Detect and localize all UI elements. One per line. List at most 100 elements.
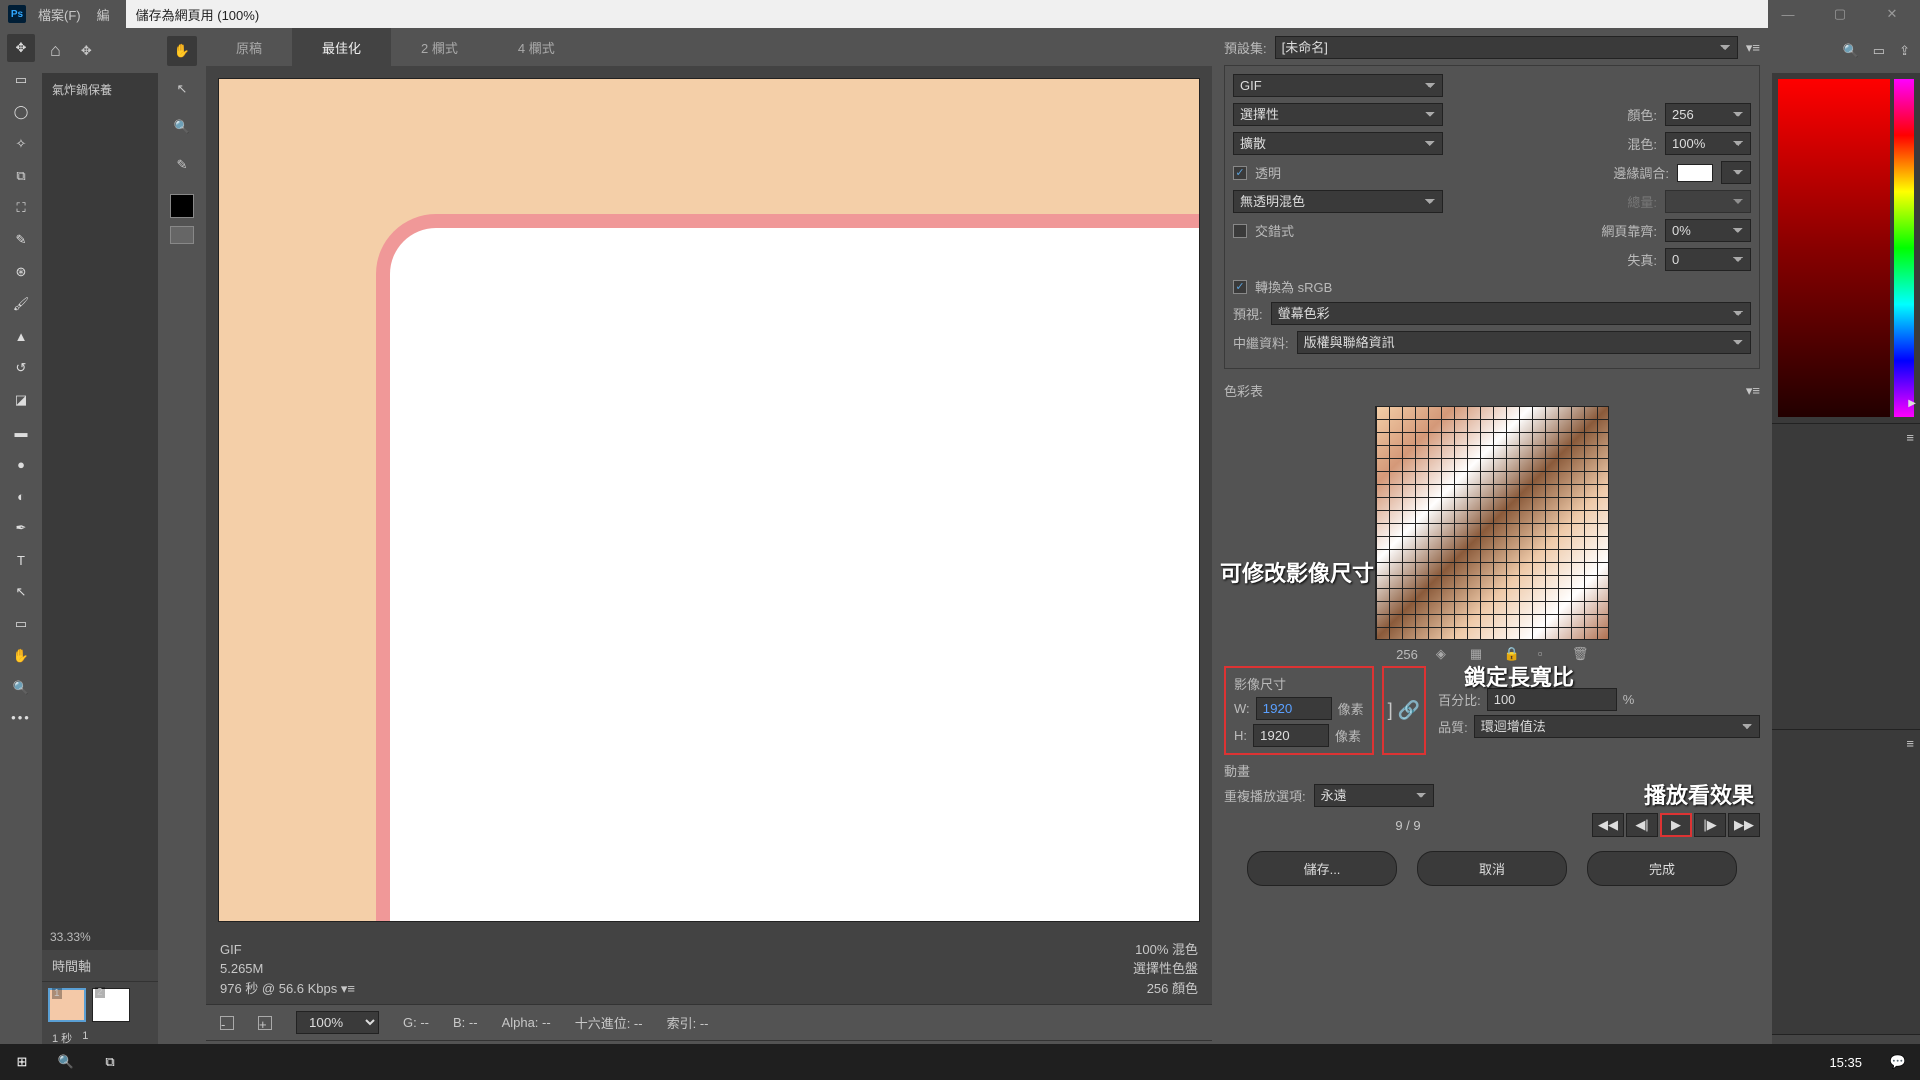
dither-amount[interactable]: 100% bbox=[1665, 132, 1751, 155]
notifications-icon[interactable]: 💬 bbox=[1876, 1044, 1920, 1080]
share-icon[interactable]: ⇪ bbox=[1899, 43, 1910, 59]
new-color-icon[interactable]: ▫ bbox=[1538, 646, 1554, 662]
gradient-tool-icon[interactable]: ▬ bbox=[7, 418, 35, 446]
lock-color-icon[interactable]: 🔒 bbox=[1504, 646, 1520, 662]
prev-frame-icon[interactable]: ◀| bbox=[1626, 813, 1658, 837]
tab-optimized[interactable]: 最佳化 bbox=[292, 28, 391, 67]
menu-edit-trunc[interactable]: 編 bbox=[97, 5, 110, 24]
amount-select bbox=[1665, 190, 1751, 213]
trans-dither-select[interactable]: 無透明混色 bbox=[1233, 190, 1443, 213]
hand-icon[interactable]: ✋ bbox=[167, 36, 197, 66]
timeline-frame-1[interactable]: 1 bbox=[48, 988, 86, 1022]
move-options-icon[interactable]: ✥ bbox=[81, 43, 92, 59]
bandwidth-menu-icon[interactable]: ▾≡ bbox=[341, 981, 355, 996]
shape-tool-icon[interactable]: ▭ bbox=[7, 610, 35, 638]
trash-icon[interactable]: 🗑 bbox=[1572, 646, 1588, 662]
color-table-menu-icon[interactable]: ▾≡ bbox=[1746, 383, 1760, 399]
last-frame-icon[interactable]: ▶▶ bbox=[1728, 813, 1760, 837]
preview-select[interactable]: 螢幕色彩 bbox=[1271, 302, 1751, 325]
cancel-button[interactable]: 取消 bbox=[1417, 851, 1567, 886]
color-table-grid[interactable] bbox=[1375, 406, 1609, 640]
transparency-checkbox[interactable] bbox=[1233, 166, 1247, 180]
collapsed-panel-1[interactable]: ≡ bbox=[1772, 423, 1920, 729]
height-input[interactable] bbox=[1253, 724, 1329, 747]
loop-select[interactable]: 永遠 bbox=[1314, 784, 1434, 807]
maximize-icon[interactable]: ▢ bbox=[1820, 1, 1860, 27]
crop-tool-icon[interactable]: ⧉ bbox=[7, 162, 35, 190]
windows-start-icon[interactable]: ⊞ bbox=[0, 1044, 44, 1080]
blur-tool-icon[interactable]: ● bbox=[7, 450, 35, 478]
dodge-tool-icon[interactable]: ◐ bbox=[7, 482, 35, 510]
play-icon[interactable]: ▶ bbox=[1660, 813, 1692, 837]
slice-visibility-icon[interactable] bbox=[170, 226, 194, 244]
document-tab[interactable]: 氣炸鍋保養 bbox=[42, 73, 158, 105]
home-icon[interactable]: ⌂ bbox=[50, 40, 61, 61]
format-select[interactable]: GIF bbox=[1233, 74, 1443, 97]
next-frame-icon[interactable]: |▶ bbox=[1694, 813, 1726, 837]
workspace-icon[interactable]: ▭ bbox=[1873, 43, 1885, 59]
colors-select[interactable]: 256 bbox=[1665, 103, 1751, 126]
reduction-select[interactable]: 選擇性 bbox=[1233, 103, 1443, 126]
matte-color-swatch[interactable] bbox=[1677, 164, 1713, 182]
search-icon[interactable]: 🔍 bbox=[1843, 43, 1859, 59]
percent-input[interactable] bbox=[1487, 688, 1617, 711]
wand-tool-icon[interactable]: ✧ bbox=[7, 130, 35, 158]
quality-select[interactable]: 環迴增值法 bbox=[1474, 715, 1760, 738]
metadata-select[interactable]: 版權與聯絡資訊 bbox=[1297, 331, 1751, 354]
lossy-select[interactable]: 0 bbox=[1665, 248, 1751, 271]
brush-tool-icon[interactable]: 🖌 bbox=[7, 290, 35, 318]
slice-select-icon[interactable]: ↖ bbox=[167, 74, 197, 104]
close-icon[interactable]: ✕ bbox=[1872, 1, 1912, 27]
history-brush-icon[interactable]: ↺ bbox=[7, 354, 35, 382]
stamp-tool-icon[interactable]: ▲ bbox=[7, 322, 35, 350]
tab-4up[interactable]: 4 欄式 bbox=[488, 28, 585, 67]
lasso-tool-icon[interactable]: ◯ bbox=[7, 98, 35, 126]
timeline-title: 時間軸 bbox=[42, 950, 158, 982]
frame-tool-icon[interactable]: ⛶ bbox=[7, 194, 35, 222]
minimize-icon[interactable]: — bbox=[1768, 1, 1808, 27]
done-button[interactable]: 完成 bbox=[1587, 851, 1737, 886]
zoom-icon[interactable]: 🔍 bbox=[167, 112, 197, 142]
tool-more-icon[interactable]: ••• bbox=[7, 710, 35, 725]
eyedropper-color-swatch[interactable] bbox=[170, 194, 194, 218]
first-frame-icon[interactable]: ◀◀ bbox=[1592, 813, 1624, 837]
save-button[interactable]: 儲存... bbox=[1247, 851, 1397, 886]
expand-icon[interactable]: + bbox=[258, 1016, 272, 1030]
heal-tool-icon[interactable]: ⊛ bbox=[7, 258, 35, 286]
collapse-icon[interactable]: - bbox=[220, 1016, 234, 1030]
preset-menu-icon[interactable]: ▾≡ bbox=[1746, 40, 1760, 56]
task-view-icon[interactable]: ⧉ bbox=[88, 1044, 132, 1080]
menu-file[interactable]: 檔案(F) bbox=[38, 5, 81, 24]
ct-icon-1[interactable]: ◈ bbox=[1436, 646, 1452, 662]
eyedropper-icon[interactable]: ✎ bbox=[167, 150, 197, 180]
color-picker-panel[interactable] bbox=[1772, 73, 1920, 423]
hand-tool-icon[interactable]: ✋ bbox=[7, 642, 35, 670]
matte-select[interactable] bbox=[1721, 161, 1751, 184]
srgb-checkbox[interactable] bbox=[1233, 280, 1247, 294]
taskbar-clock[interactable]: 15:35 bbox=[1815, 1055, 1876, 1070]
move-tool-icon[interactable]: ✥ bbox=[7, 34, 35, 62]
preview-canvas[interactable] bbox=[218, 78, 1200, 922]
eraser-tool-icon[interactable]: ◪ bbox=[7, 386, 35, 414]
readout-g: G: -- bbox=[403, 1015, 429, 1030]
path-tool-icon[interactable]: ↖ bbox=[7, 578, 35, 606]
websnap-select[interactable]: 0% bbox=[1665, 219, 1751, 242]
zoom-tool-icon[interactable]: 🔍 bbox=[7, 674, 35, 702]
interlaced-checkbox[interactable] bbox=[1233, 224, 1247, 238]
tab-original[interactable]: 原稿 bbox=[206, 28, 292, 67]
eyedropper-tool-icon[interactable]: ✎ bbox=[7, 226, 35, 254]
dither-select[interactable]: 擴散 bbox=[1233, 132, 1443, 155]
marquee-tool-icon[interactable]: ▭ bbox=[7, 66, 35, 94]
ct-icon-2[interactable]: ▦ bbox=[1470, 646, 1486, 662]
pen-tool-icon[interactable]: ✒ bbox=[7, 514, 35, 542]
taskbar-search-icon[interactable]: 🔍 bbox=[44, 1044, 88, 1080]
preset-select[interactable]: [未命名] bbox=[1275, 36, 1738, 59]
timeline-frame-2[interactable]: 2 bbox=[92, 988, 130, 1022]
width-input[interactable] bbox=[1256, 697, 1332, 720]
tab-2up[interactable]: 2 欄式 bbox=[391, 28, 488, 67]
collapsed-panel-2[interactable]: ≡ bbox=[1772, 729, 1920, 1035]
animation-title: 動畫 bbox=[1224, 764, 1250, 779]
type-tool-icon[interactable]: T bbox=[7, 546, 35, 574]
zoom-select[interactable]: 100% bbox=[296, 1011, 379, 1034]
link-constrain-icon[interactable]: ] 🔗 bbox=[1388, 700, 1420, 721]
